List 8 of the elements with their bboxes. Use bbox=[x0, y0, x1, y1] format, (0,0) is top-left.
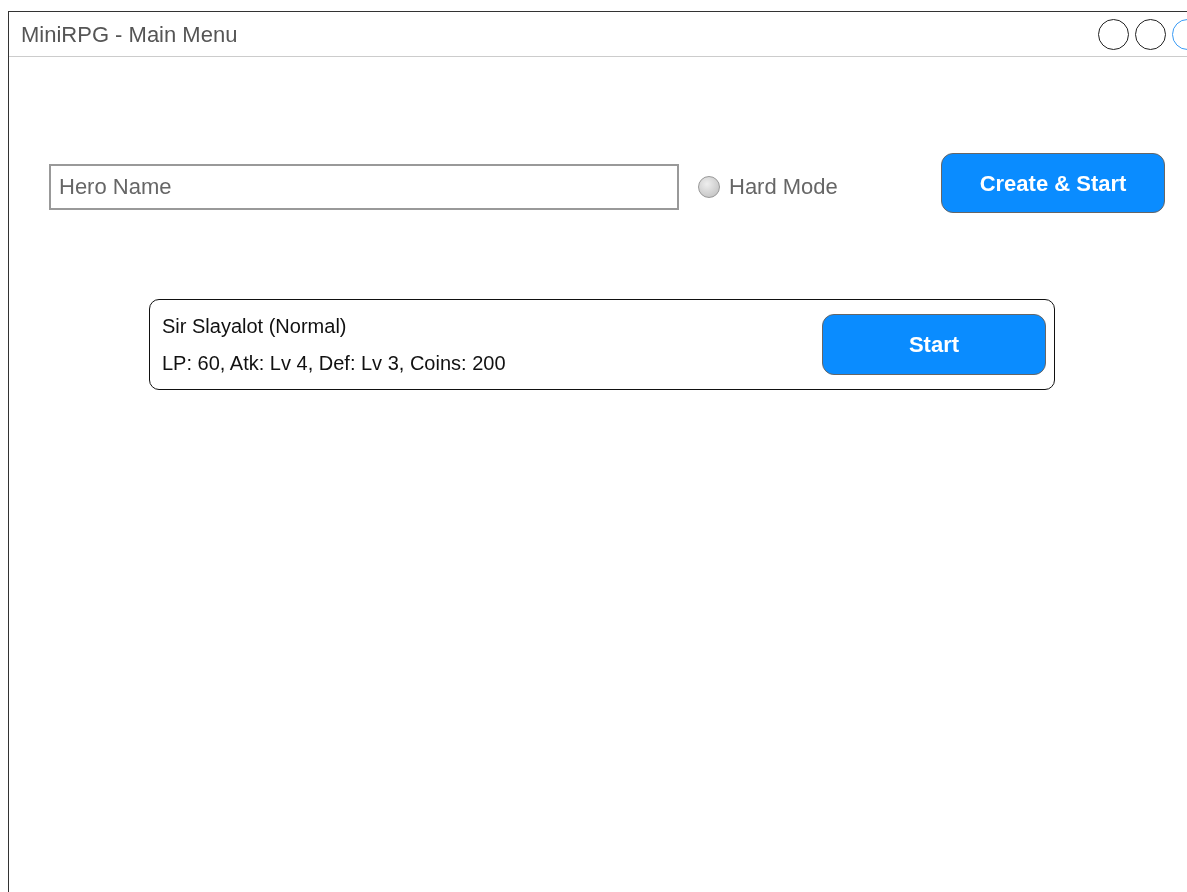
hero-name-field[interactable]: Hero Name bbox=[49, 163, 679, 210]
hard-mode-radio[interactable] bbox=[698, 175, 720, 198]
hard-mode-label: Hard Mode bbox=[729, 173, 839, 201]
hero-stats: LP: 60, Atk: Lv 4, Def: Lv 3, Coins: 200 bbox=[162, 350, 506, 376]
start-button[interactable]: Start bbox=[822, 314, 1046, 375]
window-title: MiniRPG - Main Menu bbox=[21, 20, 238, 49]
hero-title: Sir Slayalot (Normal) bbox=[162, 313, 348, 339]
create-start-button[interactable]: Create & Start bbox=[941, 153, 1165, 213]
